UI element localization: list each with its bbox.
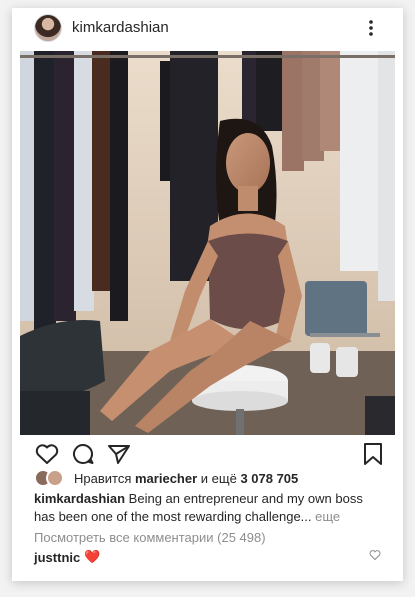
bookmark-icon[interactable] (360, 442, 386, 466)
caption-more-link[interactable]: еще (315, 509, 340, 524)
comment-username[interactable]: justtnic (34, 550, 80, 565)
comment-text: ❤️ (84, 549, 101, 564)
post-photo[interactable] (20, 51, 395, 435)
view-comments-link[interactable]: Посмотреть все комментарии (25 498) (34, 530, 266, 545)
more-vertical-icon[interactable] (361, 18, 381, 38)
likes-prefix: Нравится (74, 470, 132, 486)
comment-icon[interactable] (70, 442, 96, 466)
liker-avatar (46, 469, 64, 487)
likes-middle: и ещё (200, 470, 237, 486)
avatar[interactable] (34, 14, 62, 42)
post-username[interactable]: kimkardashian (72, 19, 169, 36)
comment-like-icon[interactable] (369, 549, 381, 561)
post-card: kimkardashian Нравится mariecher и ещё 3… (12, 8, 403, 581)
likes-user[interactable]: mariecher (135, 471, 197, 486)
send-icon[interactable] (106, 442, 132, 466)
action-bar (12, 434, 403, 470)
heart-icon[interactable] (34, 442, 60, 466)
likes-count[interactable]: 3 078 705 (240, 471, 298, 486)
comment-row: justtnic ❤️ (34, 549, 384, 565)
liker-avatars (34, 469, 68, 487)
caption: kimkardashian Being an entrepreneur and … (34, 490, 384, 526)
caption-username[interactable]: kimkardashian (34, 491, 125, 506)
post-header: kimkardashian (12, 8, 403, 48)
likes-row: Нравится mariecher и ещё 3 078 705 (34, 468, 298, 488)
